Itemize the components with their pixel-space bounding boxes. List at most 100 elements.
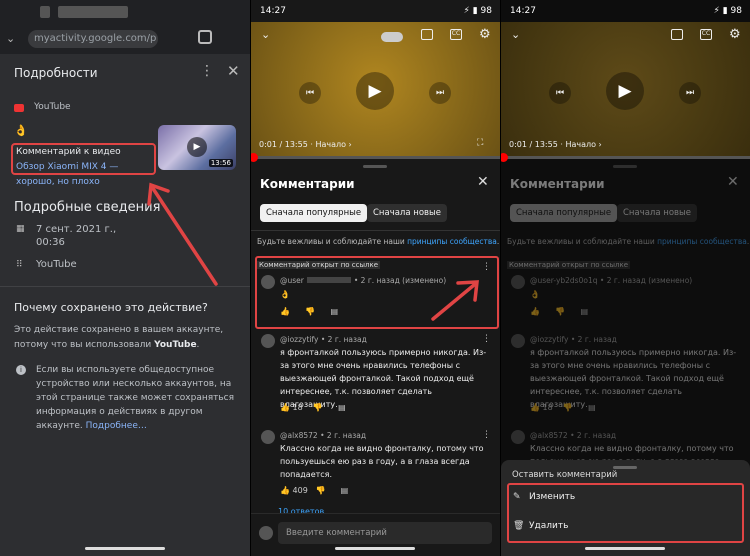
- more-vert-icon[interactable]: ⋮: [200, 63, 214, 79]
- community-rules: Будьте вежливы и соблюдайте наши принцип…: [507, 237, 749, 246]
- sheet-handle[interactable]: [613, 466, 637, 469]
- scrubber-handle[interactable]: [251, 153, 258, 162]
- divider: [0, 286, 250, 287]
- learn-more-link[interactable]: Подробнее…: [86, 421, 147, 431]
- details-heading: Подробные сведения: [14, 200, 161, 215]
- avatar: [511, 430, 525, 444]
- dislike-icon[interactable]: 👎: [305, 307, 315, 316]
- sort-popular-chip[interactable]: Сначала популярные: [260, 204, 368, 222]
- comment-meta: @user-yb2ds0o1q • 2 г. назад (изменено): [530, 276, 692, 285]
- player-time: 0:01 / 13:55 · Начало ›: [259, 140, 352, 149]
- comment-options-panel: 14:27 ⚡ ▮ 98 ⌄ CC ⚙ ⏮ ▶ ⏭ 0:01 / 13:55 ·…: [501, 0, 750, 556]
- why-text-end: .: [196, 340, 200, 350]
- battery-level: ⚡ ▮ 98: [713, 6, 742, 16]
- more-vert-icon[interactable]: ⋮: [482, 334, 491, 344]
- blurred-status: [58, 6, 128, 18]
- play-icon[interactable]: ▶: [356, 72, 394, 110]
- play-icon: ▶: [187, 137, 207, 157]
- close-icon[interactable]: ✕: [477, 174, 489, 190]
- product-name: YouTube: [36, 259, 77, 270]
- captions-icon[interactable]: CC: [450, 29, 462, 40]
- edit-comment-item[interactable]: ✎ Изменить: [513, 492, 575, 502]
- status-time: 14:27: [510, 6, 536, 16]
- video-player[interactable]: ⌄ CC ⚙ ⏮ ▶ ⏭ 0:01 / 13:55 · Начало › ⛶: [251, 22, 500, 162]
- previous-icon[interactable]: ⏮: [299, 82, 321, 104]
- comments-title: Комментарии: [260, 177, 355, 191]
- comment-time: • 2 г. назад: [320, 335, 367, 344]
- next-icon[interactable]: ⏭: [429, 82, 451, 104]
- avatar: [511, 334, 525, 348]
- comment-actions: 👍 409 👎 ▤: [280, 486, 348, 495]
- reply-icon[interactable]: ▤: [341, 486, 349, 495]
- why-heading: Почему сохранено это действие?: [14, 301, 208, 314]
- cast-icon[interactable]: [421, 29, 433, 40]
- comment-meta: @iozzytify • 2 г. назад: [280, 335, 367, 344]
- youtube-icon: [14, 104, 24, 112]
- url-text: myactivity.google.com/p: [34, 33, 157, 44]
- close-icon[interactable]: ✕: [227, 62, 240, 80]
- comment-link-highlight[interactable]: Комментарий к видео Обзор Xiaomi MIX 4 —…: [11, 143, 156, 187]
- edit-label: Изменить: [529, 492, 576, 502]
- dislike-icon: 👎: [555, 307, 566, 316]
- avatar[interactable]: [261, 275, 275, 289]
- reply-icon[interactable]: ▤: [330, 307, 338, 316]
- gear-icon[interactable]: ⚙: [479, 27, 491, 42]
- activity-date: 7 сент. 2021 г., 00:36: [36, 224, 117, 248]
- progress-bar: [501, 153, 750, 162]
- comment-prefix: Комментарий к видео: [16, 147, 121, 157]
- more-vert-icon[interactable]: ⋮: [482, 262, 491, 272]
- comment-input[interactable]: Введите комментарий: [278, 522, 492, 544]
- sheet-handle[interactable]: [363, 165, 387, 168]
- community-rules: Будьте вежливы и соблюдайте наши принцип…: [257, 237, 499, 246]
- captions-icon: CC: [700, 29, 712, 40]
- comment-text: 👌: [280, 290, 290, 299]
- avatar[interactable]: [261, 334, 275, 348]
- guidelines-link[interactable]: принципы сообщества: [407, 237, 497, 246]
- comment-author[interactable]: @user: [280, 276, 304, 285]
- scrubber-handle: [501, 153, 508, 162]
- dislike-icon[interactable]: 👎: [313, 403, 323, 412]
- close-icon: ✕: [727, 174, 739, 190]
- reply-icon[interactable]: ▤: [338, 403, 346, 412]
- like-icon: 👍: [530, 403, 540, 412]
- status-time: 14:27: [260, 6, 286, 16]
- autoplay-toggle[interactable]: [381, 32, 403, 42]
- more-vert-icon[interactable]: ⋮: [482, 430, 491, 440]
- comment-author[interactable]: @iozzytify: [280, 335, 318, 344]
- like-count: 18: [292, 403, 303, 412]
- like-icon[interactable]: 👍: [280, 403, 290, 412]
- address-bar[interactable]: myactivity.google.com/p: [28, 30, 158, 48]
- why-text-bold: YouTube: [154, 340, 197, 350]
- comment-time: • 2 г. назад: [320, 431, 367, 440]
- delete-label: Удалить: [529, 521, 569, 531]
- chevron-down-icon[interactable]: ⌄: [261, 28, 270, 41]
- comment-meta: @iozzytify • 2 г. назад: [530, 335, 617, 344]
- avatar[interactable]: [261, 430, 275, 444]
- video-duration: 13:56: [208, 159, 233, 167]
- progress-bar[interactable]: [251, 153, 500, 162]
- fullscreen-icon[interactable]: ⛶: [477, 138, 483, 148]
- comment-author: @alx8572: [530, 431, 568, 440]
- video-thumbnail[interactable]: ▶ 13:56: [158, 125, 236, 170]
- rules-text: Будьте вежливы и соблюдайте наши: [257, 237, 405, 246]
- comment-text: я фронталкой пользуюсь примерно никогда.…: [530, 348, 737, 409]
- like-icon[interactable]: 👍: [280, 486, 290, 495]
- sort-new-chip[interactable]: Сначала новые: [367, 204, 447, 222]
- comment-time: • 2 г. назад: [570, 431, 617, 440]
- like-icon[interactable]: 👍: [280, 307, 290, 316]
- cast-icon: [671, 29, 683, 40]
- blurred-username: [306, 277, 351, 283]
- close-tab-icon[interactable]: ⌄: [6, 32, 15, 45]
- like-count: 409: [292, 486, 308, 495]
- captions-label: CC: [701, 30, 711, 37]
- dislike-icon[interactable]: 👎: [315, 486, 325, 495]
- comment-author[interactable]: @alx8572: [280, 431, 318, 440]
- comment-emoji: 👌: [14, 124, 28, 137]
- comment-text: 👌: [530, 290, 540, 299]
- guidelines-link: принципы сообщества: [657, 237, 747, 246]
- video-link[interactable]: Обзор Xiaomi MIX 4 — хорошо, но плохо: [16, 162, 118, 187]
- tabs-icon[interactable]: [198, 30, 212, 44]
- input-placeholder: Введите комментарий: [286, 528, 387, 538]
- time-value: 0:01 / 13:55: [259, 140, 308, 149]
- delete-comment-item[interactable]: 🗑 Удалить: [513, 521, 568, 531]
